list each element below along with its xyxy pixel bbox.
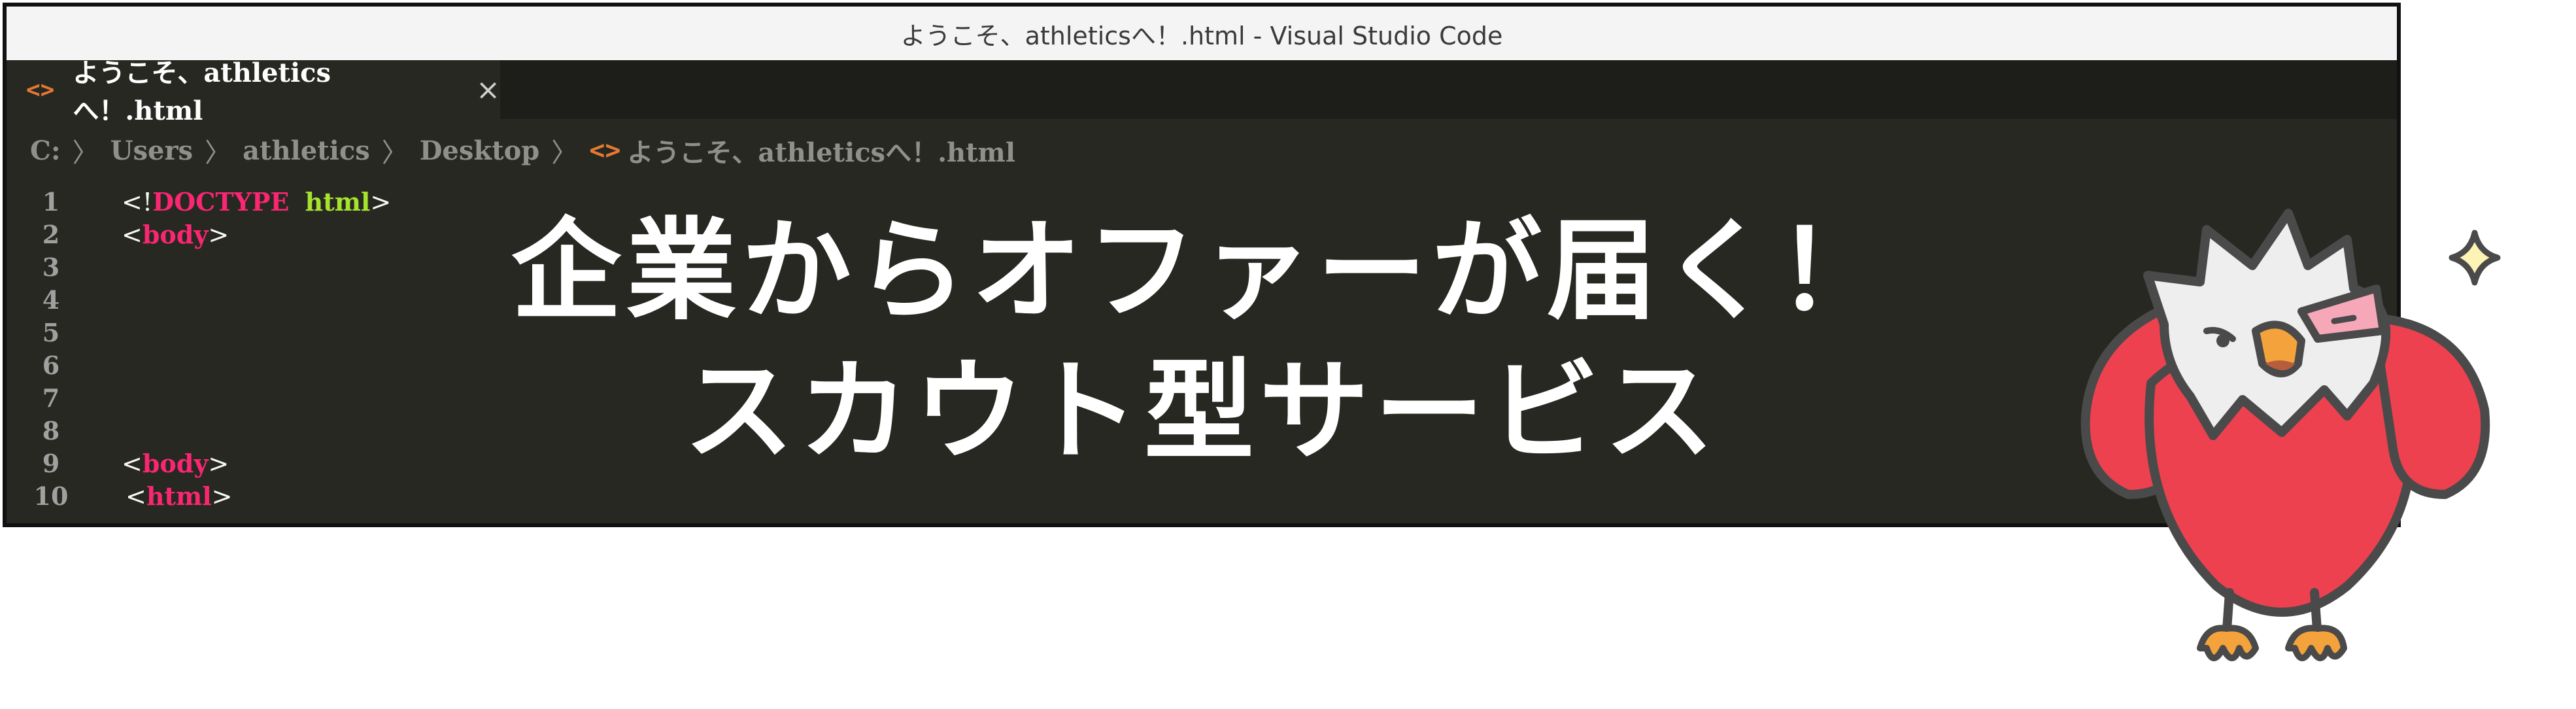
tab-file[interactable]: <> ようこそ、athleticsへ！.html ×	[7, 58, 500, 126]
eagle-mascot-svg	[2080, 209, 2501, 661]
html-file-icon: <>	[589, 135, 621, 165]
sparkle-icon	[2449, 230, 2501, 286]
breadcrumb-athletics[interactable]: athletics	[243, 135, 370, 166]
breadcrumb-drive[interactable]: C:	[30, 135, 61, 166]
chevron-right-icon: 〉	[72, 138, 99, 168]
breadcrumb-file[interactable]: ようこそ、athleticsへ！.html	[627, 131, 1015, 169]
tab-label: ようこそ、athleticsへ！.html	[73, 58, 331, 126]
headline: 企業からオファーが届く！ スカウト型サービス	[7, 200, 2397, 481]
chevron-right-icon: 〉	[205, 138, 231, 168]
close-icon[interactable]: ×	[476, 73, 500, 107]
code-punctuation: >	[211, 482, 233, 511]
breadcrumb-users[interactable]: Users	[110, 135, 193, 166]
code-tag: html	[146, 481, 212, 511]
headline-line-1: 企業からオファーが届く！	[511, 205, 1892, 335]
line-number: 10	[33, 481, 69, 511]
headline-line-2: スカウト型サービス	[684, 346, 1720, 476]
tab-bar: <> ようこそ、athleticsへ！.html ×	[7, 58, 2397, 126]
code-line-10: <html>	[122, 480, 391, 513]
editor-window: ようこそ、athleticsへ！.html - Visual Studio Co…	[3, 3, 2401, 527]
chevron-right-icon: 〉	[381, 138, 408, 168]
chevron-right-icon: 〉	[551, 138, 578, 168]
breadcrumb: C: 〉 Users 〉 athletics 〉 Desktop 〉 <> よう…	[30, 131, 1015, 170]
code-punctuation: <	[126, 482, 146, 511]
eagle-mascot-icon	[2066, 167, 2576, 704]
breadcrumb-desktop[interactable]: Desktop	[420, 135, 540, 166]
html-file-icon: <>	[26, 76, 55, 103]
